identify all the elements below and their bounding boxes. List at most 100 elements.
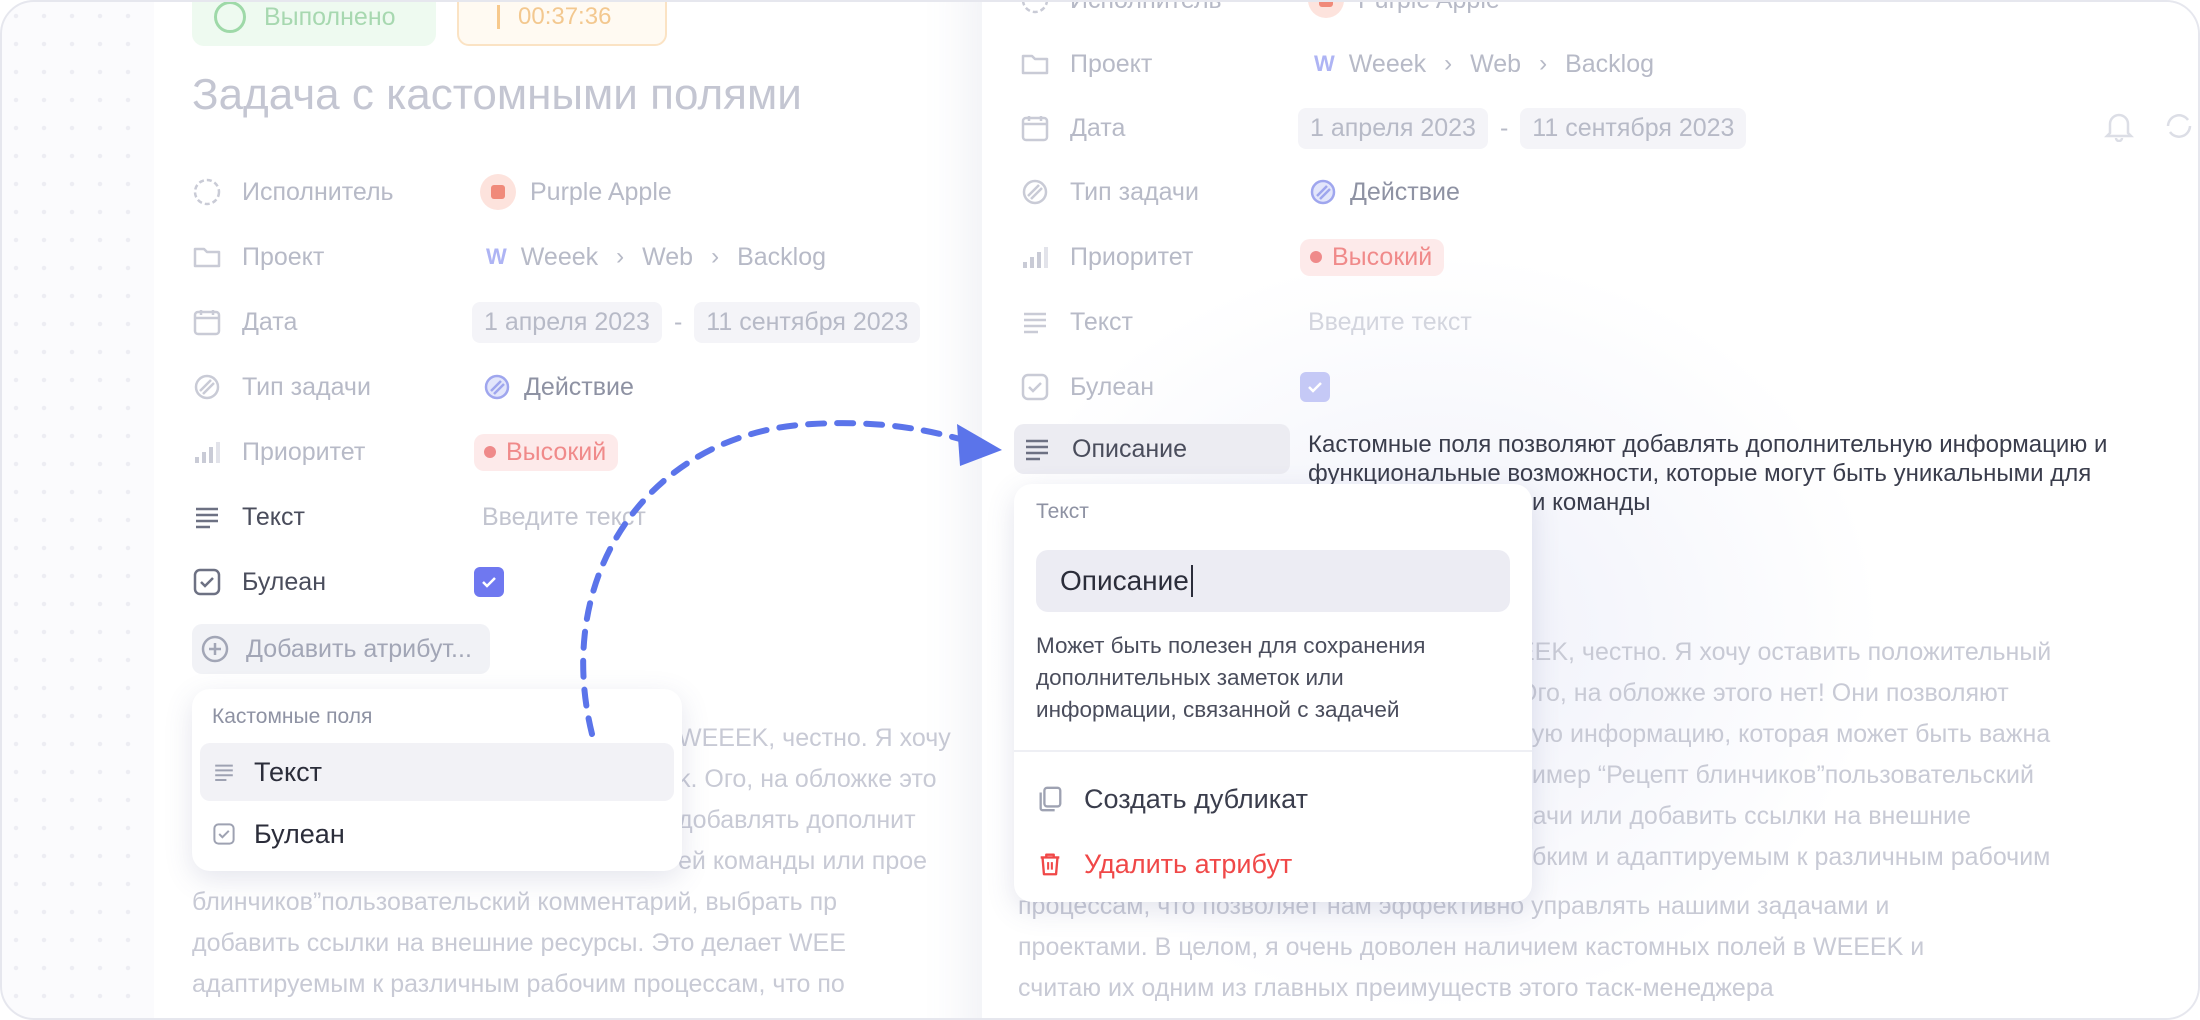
text-placeholder: Введите текст xyxy=(1308,307,1472,336)
field-label: Дата xyxy=(1070,113,1126,142)
text-cursor xyxy=(1190,565,1193,597)
right-description-fragment: EEK, честно. Я хочу оставить положительн… xyxy=(1518,632,2051,878)
r-field-bool: Булеан xyxy=(1020,367,1154,407)
field-type: Тип задачи xyxy=(192,367,371,407)
breadcrumb-item[interactable]: Web xyxy=(642,243,693,272)
checkbox-square-icon xyxy=(193,568,221,596)
task-type-icon xyxy=(194,374,220,400)
avatar xyxy=(1308,2,1344,18)
text-line: ибким и адаптируемым к различным рабочим xyxy=(1518,843,2051,871)
checkbox-checked-icon[interactable] xyxy=(1300,372,1330,402)
attribute-type-label: Текст xyxy=(1036,500,1089,523)
r-field-assignee: Исполнитель xyxy=(1020,2,1222,20)
text-line: проектами. В целом, я очень доволен нали… xyxy=(1018,933,1925,961)
dotted-background xyxy=(2,2,152,1018)
checkbox-checked-icon[interactable] xyxy=(474,567,504,597)
folder-icon xyxy=(1021,54,1049,75)
task-title[interactable]: Задача с кастомными полями xyxy=(192,70,802,120)
r-project-breadcrumb[interactable]: W Weeek › Web › Backlog xyxy=(1314,44,1654,84)
priority-badge[interactable]: Высокий xyxy=(1300,238,1445,276)
field-label: Приоритет xyxy=(242,437,366,466)
calendar-icon xyxy=(1021,116,1049,142)
breadcrumb-item[interactable]: Weeek xyxy=(521,243,598,272)
date-start[interactable]: 1 апреля 2023 xyxy=(1298,107,1488,149)
calendar-icon xyxy=(193,310,221,336)
menu-item-label: Текст xyxy=(254,756,322,787)
chevron-right-icon: › xyxy=(616,243,625,270)
chevron-right-icon: › xyxy=(1444,50,1453,77)
attribute-name-input[interactable]: Описание xyxy=(1036,550,1510,612)
r-date-range[interactable]: 1 апреля 2023 - 11 сентября 2023 xyxy=(1298,107,1747,149)
text-lines-icon xyxy=(196,507,218,529)
status-badge[interactable]: Выполнено xyxy=(192,2,436,46)
field-label: Булеан xyxy=(1070,372,1155,401)
r-bool-checkbox[interactable] xyxy=(1300,367,1330,407)
delete-attribute-button[interactable]: Удалить атрибут xyxy=(1036,839,1292,889)
timer-value: 00:37:36 xyxy=(518,3,612,30)
text-line: ример “Рецепт блинчиков”пользовательский xyxy=(1518,761,2034,789)
timer-badge[interactable]: 00:37:36 xyxy=(457,2,667,46)
r-priority-value[interactable]: Высокий xyxy=(1300,237,1445,277)
date-end[interactable]: 11 сентября 2023 xyxy=(1520,107,1747,149)
field-project: Проект xyxy=(192,237,324,277)
menu-item-label: Булеан xyxy=(254,818,345,849)
date-end[interactable]: 11 сентября 2023 xyxy=(694,301,921,343)
text-line: дополнительных заметок или xyxy=(1036,665,1344,690)
add-attribute-button[interactable]: Добавить атрибут... xyxy=(192,624,490,674)
checkbox-square-icon xyxy=(1021,373,1049,401)
field-label: Текст xyxy=(242,502,305,531)
breadcrumb-item[interactable]: Backlog xyxy=(1565,50,1654,79)
checkbox-square-icon xyxy=(213,823,235,845)
copy-icon xyxy=(1039,786,1062,812)
r-field-priority: Приоритет xyxy=(1020,237,1193,277)
breadcrumb-item[interactable]: Web xyxy=(1470,50,1521,79)
attribute-popover: Текст Описание Может быть полезен для со… xyxy=(1014,484,1532,902)
text-lines-icon xyxy=(215,764,233,781)
priority-bars-icon xyxy=(1023,247,1048,268)
date-range[interactable]: 1 апреля 2023 - 11 сентября 2023 xyxy=(472,301,921,343)
breadcrumb-item[interactable]: Weeek xyxy=(1349,50,1426,79)
field-label: Текст xyxy=(1070,307,1133,336)
task-type-value[interactable]: Действие xyxy=(482,367,634,407)
r-assignee-value[interactable]: Purple Apple xyxy=(1308,2,1500,20)
text-line: ную информацию, которая может быть важна xyxy=(1518,720,2051,748)
field-label: Тип задачи xyxy=(1070,177,1199,206)
text-line: адаптируемым к различным рабочим процесс… xyxy=(192,970,845,998)
text-line: считаю их одним из главных преимуществ э… xyxy=(1018,974,1774,1002)
r-text-field-input[interactable]: Введите текст xyxy=(1308,302,1472,342)
bool-checkbox[interactable] xyxy=(474,562,504,602)
add-attribute-label: Добавить атрибут... xyxy=(246,634,472,663)
assignee-icon xyxy=(1021,2,1049,14)
r-task-type-value[interactable]: Действие xyxy=(1308,172,1460,212)
field-label: Проект xyxy=(242,242,325,271)
assignee-value[interactable]: Purple Apple xyxy=(480,172,672,212)
bell-icon[interactable] xyxy=(2104,110,2134,142)
task-type-label: Действие xyxy=(1350,177,1460,206)
field-assignee: Исполнитель xyxy=(192,172,394,212)
description-field-label[interactable]: Описание xyxy=(1014,424,1290,474)
assignee-icon xyxy=(193,178,221,206)
date-start[interactable]: 1 апреля 2023 xyxy=(472,301,662,343)
assignee-name: Purple Apple xyxy=(530,177,672,206)
field-date: Дата xyxy=(192,302,297,342)
delete-label: Удалить атрибут xyxy=(1084,848,1293,879)
check-circle-icon xyxy=(214,2,246,33)
assignee-name: Purple Apple xyxy=(1358,2,1500,15)
dashed-arrow-icon xyxy=(580,420,1002,737)
refresh-icon[interactable] xyxy=(2162,110,2196,142)
breadcrumb-item[interactable]: Backlog xyxy=(737,243,826,272)
field-label: Булеан xyxy=(242,567,327,596)
menu-header: Кастомные поля xyxy=(212,705,373,728)
text-line: информации, связанной с задачей xyxy=(1036,697,1400,722)
folder-icon xyxy=(193,247,221,268)
field-text: Текст xyxy=(192,497,305,537)
menu-item-bool[interactable]: Булеан xyxy=(200,805,674,863)
project-breadcrumb[interactable]: W Weeek › Web › Backlog xyxy=(486,237,826,277)
duplicate-button[interactable]: Создать дубликат xyxy=(1036,774,1308,824)
date-separator: - xyxy=(1499,113,1509,142)
duplicate-label: Создать дубликат xyxy=(1084,783,1308,814)
weeek-logo-icon: W xyxy=(486,244,507,269)
field-label: Тип задачи xyxy=(242,372,371,401)
chevron-right-icon: › xyxy=(711,243,720,270)
field-label: Дата xyxy=(242,307,298,336)
